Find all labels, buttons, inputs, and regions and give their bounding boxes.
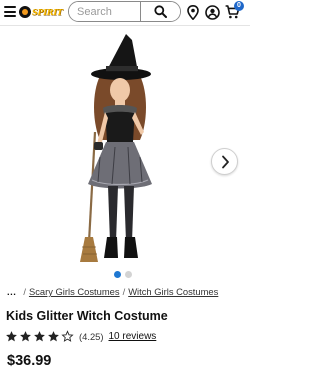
star-filled-icon xyxy=(20,331,31,342)
magnifier-icon xyxy=(154,5,167,18)
store-locator-button[interactable] xyxy=(185,4,201,20)
reviews-link[interactable]: 10 reviews xyxy=(109,331,157,342)
image-pagination-dots xyxy=(114,271,132,278)
search-bar xyxy=(68,1,181,22)
star-filled-icon xyxy=(34,331,45,342)
product-rating: (4.25) 10 reviews xyxy=(5,330,156,343)
product-price: $36.99 xyxy=(7,353,52,369)
breadcrumb-link-witch-girls[interactable]: Witch Girls Costumes xyxy=(128,286,218,297)
hamburger-menu-icon[interactable] xyxy=(4,6,16,17)
header-divider xyxy=(0,25,250,26)
cart-count-badge: 0 xyxy=(234,1,244,11)
location-pin-icon xyxy=(187,4,199,20)
next-image-button[interactable] xyxy=(211,148,238,175)
breadcrumb-separator: / xyxy=(23,286,26,297)
product-image[interactable] xyxy=(70,32,180,264)
star-empty-icon xyxy=(61,330,74,342)
logo-text: SPIRIT xyxy=(32,6,63,17)
breadcrumb-link-scary-girls[interactable]: Scary Girls Costumes xyxy=(29,286,120,297)
rating-value: (4.25) xyxy=(79,331,104,342)
spirit-logo[interactable]: SPIRIT xyxy=(19,5,65,18)
account-button[interactable] xyxy=(204,4,220,20)
search-input[interactable] xyxy=(69,2,140,21)
breadcrumb-more-button[interactable]: ... xyxy=(7,286,16,297)
rating-stars xyxy=(5,330,75,343)
star-filled-icon xyxy=(6,331,17,342)
product-title: Kids Glitter Witch Costume xyxy=(6,309,168,323)
breadcrumb-separator: / xyxy=(122,286,126,297)
breadcrumb: ... / Scary Girls Costumes / Witch Girls… xyxy=(7,286,218,297)
chevron-right-icon xyxy=(221,155,229,168)
site-header: SPIRIT 0 xyxy=(0,0,250,24)
logo-mark-icon xyxy=(19,5,31,18)
search-button[interactable] xyxy=(140,2,180,21)
star-filled-icon xyxy=(48,331,59,342)
image-dot-1[interactable] xyxy=(114,271,121,278)
image-dot-2[interactable] xyxy=(125,271,132,278)
user-circle-icon xyxy=(204,4,220,20)
